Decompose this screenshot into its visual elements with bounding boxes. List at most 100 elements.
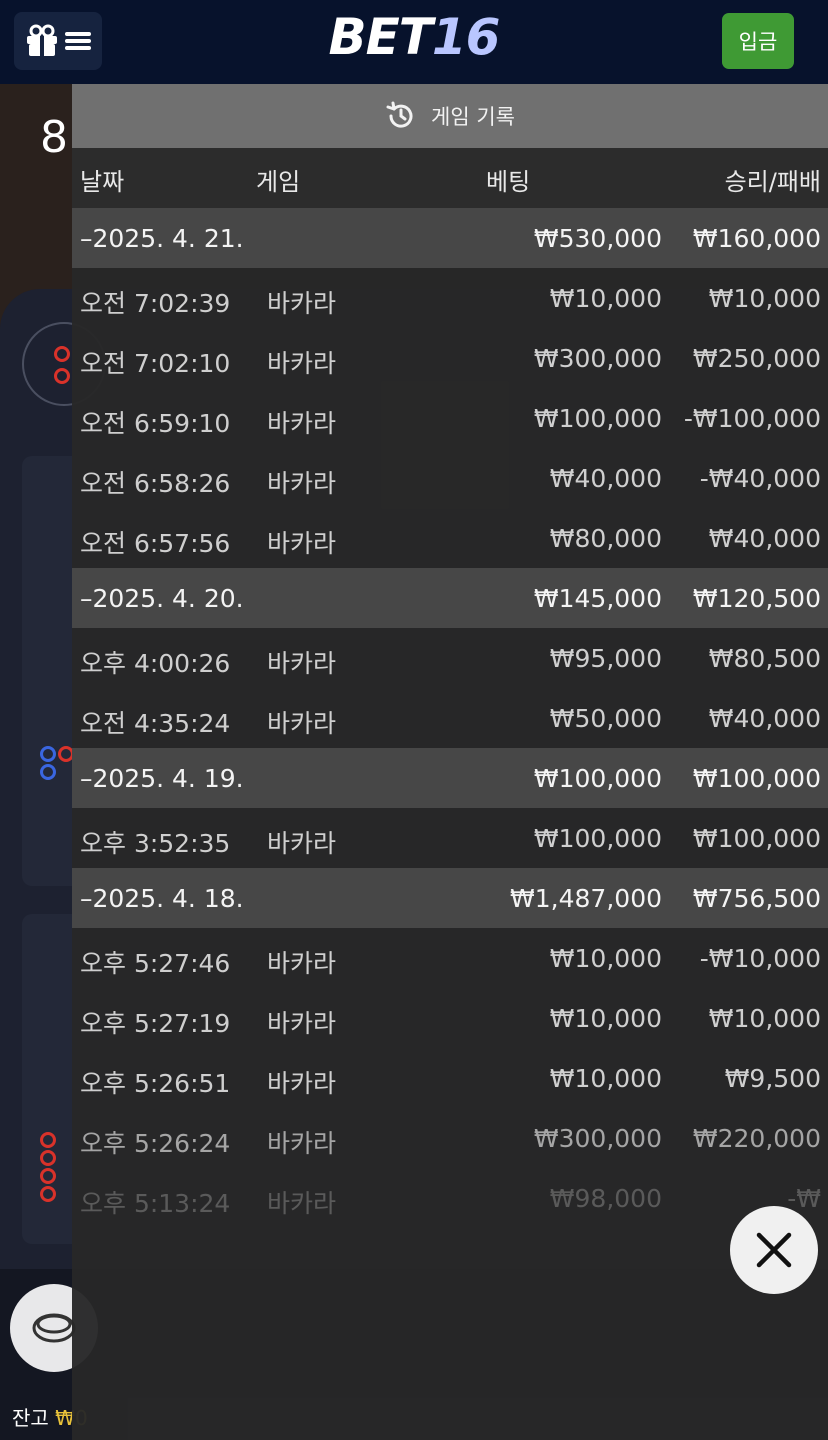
- row-result: ₩9,500: [724, 1064, 821, 1093]
- row-game: 바카라: [267, 949, 337, 978]
- row-game: 바카라: [267, 1009, 337, 1038]
- row-game: 바카라: [267, 829, 337, 858]
- column-date: 날짜: [80, 168, 125, 196]
- row-time: 오후 5:27:19: [80, 1009, 231, 1038]
- row-game: 바카라: [267, 289, 337, 318]
- history-table: –2025. 4. 21. ₩530,000 ₩160,000 오전 7:02:…: [72, 208, 828, 1228]
- red-ring-icon: [40, 1150, 56, 1166]
- red-ring-icon: [54, 346, 70, 362]
- row-result: ₩80,500: [708, 644, 821, 673]
- row-result: ₩10,000: [708, 284, 821, 313]
- row-time: 오전 7:02:39: [80, 289, 231, 318]
- row-result: ₩100,000: [692, 824, 821, 853]
- red-ring-icon: [40, 1168, 56, 1184]
- deposit-button[interactable]: 입금: [722, 13, 794, 69]
- table-row: 오후 5:13:24 바카라 ₩98,000 -₩: [72, 1168, 828, 1228]
- brand-logo[interactable]: BET16: [0, 8, 828, 66]
- row-bet: ₩100,000: [533, 404, 662, 433]
- row-time: 오후 4:00:26: [80, 649, 231, 678]
- table-row: 오전 7:02:39 바카라 ₩10,000 ₩10,000: [72, 268, 828, 328]
- row-bet: ₩40,000: [549, 464, 662, 493]
- row-time: 오후 3:52:35: [80, 829, 231, 858]
- history-title-bar: 게임 기록: [72, 84, 828, 148]
- row-bet: ₩10,000: [549, 1004, 662, 1033]
- table-row: 오후 4:00:26 바카라 ₩95,000 ₩80,500: [72, 628, 828, 688]
- blue-ring-icon: [40, 746, 56, 762]
- column-game: 게임: [256, 168, 301, 196]
- row-result: ₩220,000: [692, 1124, 821, 1153]
- row-game: 바카라: [267, 1069, 337, 1098]
- row-time: 오전 6:59:10: [80, 409, 231, 438]
- row-bet: ₩300,000: [533, 1124, 662, 1153]
- history-icon: [386, 101, 413, 128]
- date-group-row[interactable]: –2025. 4. 18. ₩1,487,000 ₩756,500: [72, 868, 828, 928]
- row-game: 바카라: [267, 709, 337, 738]
- row-time: 오전 7:02:10: [80, 349, 231, 378]
- close-button[interactable]: [730, 1206, 818, 1294]
- row-bet: ₩95,000: [549, 644, 662, 673]
- group-result-total: ₩120,500: [692, 584, 821, 613]
- table-row: 오전 6:58:26 바카라 ₩40,000 -₩40,000: [72, 448, 828, 508]
- table-row: 오후 3:52:35 바카라 ₩100,000 ₩100,000: [72, 808, 828, 868]
- row-bet: ₩100,000: [533, 824, 662, 853]
- group-bet-total: ₩100,000: [533, 764, 662, 793]
- blue-ring-icon: [40, 764, 56, 780]
- group-date: –2025. 4. 21.: [80, 224, 244, 253]
- group-bet-total: ₩530,000: [533, 224, 662, 253]
- row-result: ₩40,000: [708, 524, 821, 553]
- game-history-panel: 게임 기록 날짜 게임 베팅 승리/패배 –2025. 4. 21. ₩530,…: [72, 84, 828, 1440]
- table-row: 오전 6:57:56 바카라 ₩80,000 ₩40,000: [72, 508, 828, 568]
- balance-label: 잔고: [12, 1406, 49, 1430]
- close-icon: [756, 1232, 792, 1268]
- table-header: 날짜 게임 베팅 승리/패배: [72, 148, 828, 208]
- date-group-row[interactable]: –2025. 4. 19. ₩100,000 ₩100,000: [72, 748, 828, 808]
- row-time: 오전 6:58:26: [80, 469, 231, 498]
- group-date: –2025. 4. 20.: [80, 584, 244, 613]
- row-result: ₩250,000: [692, 344, 821, 373]
- row-result: -₩40,000: [699, 464, 821, 493]
- row-time: 오후 5:26:51: [80, 1069, 231, 1098]
- column-result: 승리/패배: [724, 168, 821, 196]
- red-ring-icon: [54, 368, 70, 384]
- column-bet: 베팅: [486, 168, 531, 196]
- row-time: 오전 6:57:56: [80, 529, 231, 558]
- row-game: 바카라: [267, 529, 337, 558]
- row-bet: ₩50,000: [549, 704, 662, 733]
- date-group-row[interactable]: –2025. 4. 21. ₩530,000 ₩160,000: [72, 208, 828, 268]
- row-result: ₩40,000: [708, 704, 821, 733]
- row-game: 바카라: [267, 469, 337, 498]
- date-group-row[interactable]: –2025. 4. 20. ₩145,000 ₩120,500: [72, 568, 828, 628]
- row-game: 바카라: [267, 649, 337, 678]
- row-bet: ₩80,000: [549, 524, 662, 553]
- row-game: 바카라: [267, 409, 337, 438]
- row-game: 바카라: [267, 1189, 337, 1218]
- table-row: 오후 5:27:46 바카라 ₩10,000 -₩10,000: [72, 928, 828, 988]
- row-bet: ₩98,000: [549, 1184, 662, 1213]
- row-bet: ₩10,000: [549, 944, 662, 973]
- row-game: 바카라: [267, 349, 337, 378]
- group-bet-total: ₩145,000: [533, 584, 662, 613]
- row-result: -₩100,000: [683, 404, 821, 433]
- red-ring-icon: [40, 1132, 56, 1148]
- table-row: 오후 5:26:24 바카라 ₩300,000 ₩220,000: [72, 1108, 828, 1168]
- row-bet: ₩300,000: [533, 344, 662, 373]
- row-result: ₩10,000: [708, 1004, 821, 1033]
- table-row: 오전 6:59:10 바카라 ₩100,000 -₩100,000: [72, 388, 828, 448]
- row-result: -₩10,000: [699, 944, 821, 973]
- row-time: 오후 5:13:24: [80, 1189, 231, 1218]
- red-ring-icon: [40, 1186, 56, 1202]
- group-bet-total: ₩1,487,000: [510, 884, 662, 913]
- table-row: 오전 7:02:10 바카라 ₩300,000 ₩250,000: [72, 328, 828, 388]
- top-bar: BET16 입금: [0, 0, 828, 84]
- group-result-total: ₩100,000: [692, 764, 821, 793]
- group-result-total: ₩756,500: [692, 884, 821, 913]
- table-row: 오후 5:26:51 바카라 ₩10,000 ₩9,500: [72, 1048, 828, 1108]
- table-row: 오후 5:27:19 바카라 ₩10,000 ₩10,000: [72, 988, 828, 1048]
- row-time: 오후 5:27:46: [80, 949, 231, 978]
- row-result: -₩: [787, 1184, 821, 1213]
- table-row: 오전 4:35:24 바카라 ₩50,000 ₩40,000: [72, 688, 828, 748]
- row-game: 바카라: [267, 1129, 337, 1158]
- background-score: 8: [40, 112, 68, 163]
- row-bet: ₩10,000: [549, 1064, 662, 1093]
- row-time: 오후 5:26:24: [80, 1129, 231, 1158]
